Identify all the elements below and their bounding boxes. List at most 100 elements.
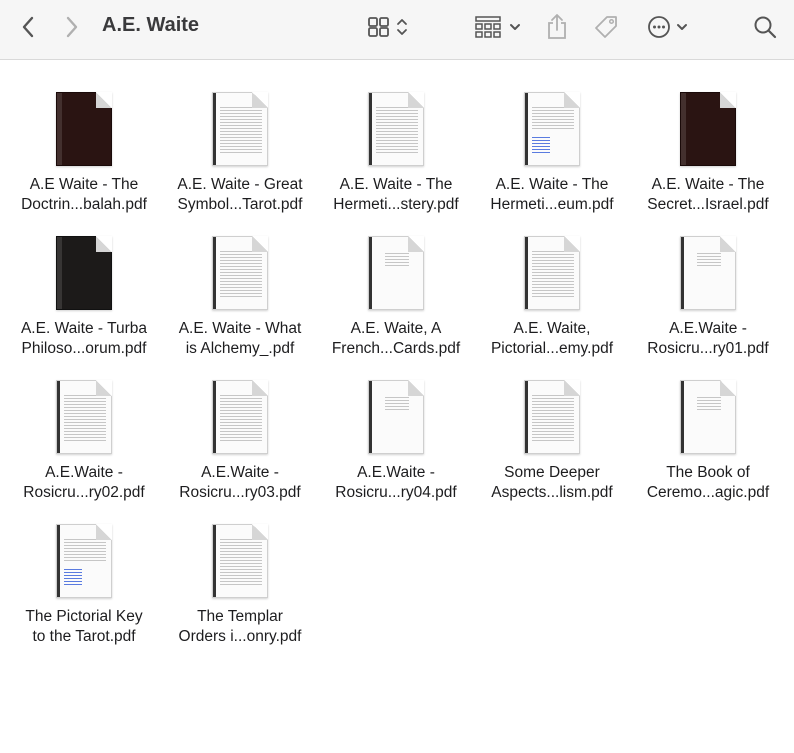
pdf-thumbnail (630, 234, 786, 312)
file-item[interactable]: The Pictorial Key to the Tarot.pdf (6, 492, 162, 645)
file-item[interactable]: A.E.Waite - Rosicru...ry04.pdf (318, 348, 474, 501)
file-item[interactable]: A.E. Waite - The Secret...Israel.pdf (630, 60, 786, 213)
file-name-line-1: A.E. Waite, A (350, 320, 442, 337)
pdf-document-icon (212, 236, 268, 310)
file-name-line-1: A.E. Waite - Turba (20, 320, 148, 337)
pdf-document-icon (680, 236, 736, 310)
file-item[interactable]: A.E. Waite - The Hermeti...eum.pdf (474, 60, 630, 213)
pdf-document-icon (680, 92, 736, 166)
file-name-line-1: A.E.Waite - (357, 464, 435, 481)
file-name-line-1: Some Deeper (504, 464, 600, 481)
group-by-button[interactable] (470, 10, 526, 44)
updown-chevron-icon (397, 19, 407, 35)
pdf-document-icon (56, 92, 112, 166)
pdf-thumbnail (474, 234, 630, 312)
pdf-document-icon (56, 380, 112, 454)
pdf-document-icon (368, 236, 424, 310)
tag-button[interactable] (590, 10, 622, 44)
pdf-thumbnail (318, 234, 474, 312)
file-name: The Book of Ceremo...agic.pdf (630, 463, 786, 503)
pdf-document-icon (56, 524, 112, 598)
pdf-thumbnail (630, 90, 786, 168)
file-name-line-2: to the Tarot.pdf (32, 628, 136, 645)
file-name-line-2: Ceremo...agic.pdf (646, 484, 770, 501)
file-item[interactable]: A.E. Waite - Turba Philoso...orum.pdf (6, 204, 162, 357)
share-icon (548, 14, 566, 39)
file-item[interactable]: A.E. Waite - What is Alchemy_.pdf (162, 204, 318, 357)
file-item[interactable]: The Book of Ceremo...agic.pdf (630, 348, 786, 501)
file-item[interactable]: The Templar Orders i...onry.pdf (162, 492, 318, 645)
pdf-thumbnail (318, 90, 474, 168)
pdf-thumbnail (162, 234, 318, 312)
file-name-line-1: A.E. Waite - What (178, 320, 302, 337)
more-actions-button[interactable] (644, 10, 692, 44)
pdf-thumbnail (162, 90, 318, 168)
chevron-down-icon (510, 24, 520, 30)
file-name-line-2: Rosicru...ry04.pdf (335, 484, 457, 501)
share-button[interactable] (542, 10, 572, 44)
pdf-thumbnail (474, 378, 630, 456)
back-button[interactable] (14, 10, 42, 44)
pdf-document-icon (368, 380, 424, 454)
file-name-line-1: A.E Waite - The (29, 176, 139, 193)
file-name: The Pictorial Key to the Tarot.pdf (6, 607, 162, 647)
pdf-document-icon (524, 236, 580, 310)
file-item[interactable]: A.E.Waite - Rosicru...ry02.pdf (6, 348, 162, 501)
file-name-line-1: A.E.Waite - (45, 464, 123, 481)
file-name-line-1: A.E. Waite - The (495, 176, 609, 193)
file-item[interactable]: A.E. Waite, A French...Cards.pdf (318, 204, 474, 357)
file-name-line-1: The Book of (666, 464, 750, 481)
file-grid: A.E Waite - The Doctrin...balah.pdf A.E. W… (0, 60, 794, 753)
group-by-icon (475, 16, 501, 38)
finder-toolbar: A.E. Waite (0, 0, 794, 60)
file-name-line-1: A.E. Waite - Great (177, 176, 303, 193)
pdf-document-icon (368, 92, 424, 166)
chevron-left-icon (22, 16, 34, 38)
file-item[interactable]: A.E. Waite - The Hermeti...stery.pdf (318, 60, 474, 213)
pdf-thumbnail (6, 522, 162, 600)
search-button[interactable] (750, 10, 780, 44)
file-item[interactable]: A.E.Waite - Rosicru...ry01.pdf (630, 204, 786, 357)
pdf-document-icon (212, 92, 268, 166)
pdf-thumbnail (6, 90, 162, 168)
tag-icon (595, 16, 617, 38)
pdf-thumbnail (474, 90, 630, 168)
file-name-line-1: A.E.Waite - (201, 464, 279, 481)
pdf-document-icon (56, 236, 112, 310)
file-item[interactable]: A.E.Waite - Rosicru...ry03.pdf (162, 348, 318, 501)
pdf-document-icon (524, 380, 580, 454)
file-name: The Templar Orders i...onry.pdf (162, 607, 318, 647)
more-actions-icon (648, 16, 670, 38)
pdf-thumbnail (162, 522, 318, 600)
file-name-line-1: The Templar (197, 608, 283, 625)
file-name: A.E.Waite - Rosicru...ry04.pdf (318, 463, 474, 503)
window-title: A.E. Waite (102, 14, 200, 36)
forward-button[interactable] (58, 10, 86, 44)
pdf-thumbnail (162, 378, 318, 456)
chevron-right-icon (66, 16, 78, 38)
pdf-thumbnail (6, 234, 162, 312)
file-name-line-1: The Pictorial Key (25, 608, 143, 625)
pdf-thumbnail (6, 378, 162, 456)
pdf-thumbnail (630, 378, 786, 456)
file-item[interactable]: Some Deeper Aspects...lism.pdf (474, 348, 630, 501)
file-item[interactable]: A.E. Waite - Great Symbol...Tarot.pdf (162, 60, 318, 213)
file-name-line-2: Aspects...lism.pdf (491, 484, 613, 501)
search-icon (754, 16, 777, 39)
file-name-line-1: A.E. Waite - The (651, 176, 765, 193)
view-mode-button[interactable] (362, 10, 414, 44)
file-name-line-1: A.E. Waite - The (339, 176, 453, 193)
pdf-document-icon (524, 92, 580, 166)
file-item[interactable]: A.E Waite - The Doctrin...balah.pdf (6, 60, 162, 213)
grid-view-icon (368, 17, 389, 37)
pdf-document-icon (680, 380, 736, 454)
pdf-document-icon (212, 380, 268, 454)
pdf-document-icon (212, 524, 268, 598)
pdf-thumbnail (318, 378, 474, 456)
file-name-line-1: A.E. Waite, (513, 320, 591, 337)
file-name: Some Deeper Aspects...lism.pdf (474, 463, 630, 503)
chevron-down-icon (677, 24, 687, 30)
file-name-line-1: A.E.Waite - (669, 320, 747, 337)
file-name-line-2: Orders i...onry.pdf (178, 628, 302, 645)
file-item[interactable]: A.E. Waite, Pictorial...emy.pdf (474, 204, 630, 357)
